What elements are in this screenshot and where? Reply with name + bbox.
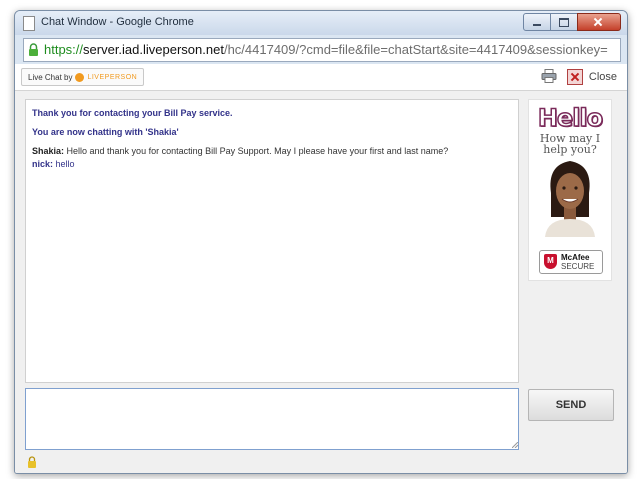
window-controls	[523, 13, 621, 31]
maximize-button[interactable]	[550, 13, 578, 31]
message-sender: Shakia:	[32, 146, 65, 156]
chat-body: Thank you for contacting your Bill Pay s…	[15, 91, 627, 473]
chat-message-user: nick: hello	[32, 159, 512, 170]
agent-photo	[545, 161, 595, 237]
ad-headline: Hello	[537, 103, 604, 133]
close-chat-button[interactable]: Close	[566, 68, 617, 86]
resize-grip-icon[interactable]	[512, 442, 518, 448]
minimize-button[interactable]	[523, 13, 551, 31]
message-sender: nick:	[32, 159, 54, 169]
message-text: Hello and thank you for contacting Bill …	[64, 146, 449, 156]
chat-transcript[interactable]: Thank you for contacting your Bill Pay s…	[25, 99, 519, 383]
message-text: hello	[53, 159, 75, 169]
system-message: Thank you for contacting your Bill Pay s…	[32, 108, 233, 118]
title-bar[interactable]: Chat Window - Google Chrome	[15, 11, 627, 35]
page-icon	[23, 16, 35, 31]
mcafee-secure-label: SECURE	[561, 262, 595, 271]
chat-message-agent: Shakia: Hello and thank you for contacti…	[32, 146, 512, 157]
window-close-button[interactable]	[577, 13, 621, 31]
chat-toolbar: Live Chat by LIVEPERSON Close	[15, 64, 627, 91]
close-icon	[566, 69, 583, 85]
send-button[interactable]: SEND	[528, 389, 614, 421]
liveperson-logo[interactable]: Live Chat by LIVEPERSON	[21, 68, 145, 86]
browser-window: Chat Window - Google Chrome https://serv…	[14, 10, 628, 474]
ad-tagline: How may I help you?	[539, 132, 601, 156]
mcafee-shield-icon: M	[544, 254, 557, 269]
address-bar[interactable]: https://server.iad.liveperson.net/hc/441…	[23, 38, 621, 62]
url-scheme: https://	[44, 42, 84, 57]
agent-ad-panel: Hello How may I help you? M McAfee SECUR…	[528, 99, 612, 281]
lock-icon	[29, 43, 38, 56]
url-text: https://server.iad.liveperson.net/hc/441…	[44, 42, 608, 57]
brand-name: LIVEPERSON	[87, 73, 138, 81]
window-title: Chat Window - Google Chrome	[41, 16, 194, 28]
secure-lock-icon	[28, 456, 36, 468]
mcafee-secure-badge[interactable]: M McAfee SECURE	[539, 250, 603, 274]
url-host: server.iad.liveperson.net	[83, 42, 224, 57]
liveperson-dot-icon	[75, 72, 85, 82]
printer-icon[interactable]	[541, 69, 557, 83]
message-input[interactable]	[25, 388, 519, 450]
close-label: Close	[588, 71, 617, 83]
mcafee-name: McAfee	[561, 253, 590, 262]
url-path: /hc/4417409/?cmd=file&file=chatStart&sit…	[223, 42, 608, 57]
system-message: You are now chatting with 'Shakia'	[32, 127, 179, 137]
brand-prefix: Live Chat by	[28, 72, 73, 82]
